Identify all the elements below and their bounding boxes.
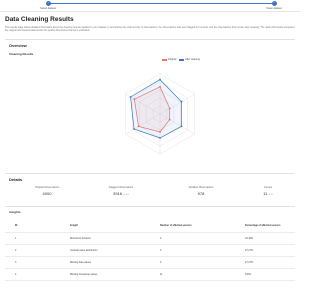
stat-modified-observations: Modified Observations 978	[171, 186, 231, 196]
stat-extra: 97.9%	[123, 194, 129, 196]
insights-table: ID Insight Number of affected sensors Pe…	[5, 220, 295, 281]
stat-value: 978	[197, 191, 205, 196]
cell-percentage: 18.18%	[245, 237, 254, 240]
stat-value: 4000	[42, 191, 52, 196]
cell-insight: Missing data values	[70, 261, 91, 264]
radar-chart-svg	[125, 73, 195, 155]
cell-percentage: 27.27%	[245, 261, 254, 264]
table-row[interactable]: 2 Unusual value distribution 3 27.27%	[5, 245, 295, 257]
column-header-count[interactable]: Number of affected sensors	[160, 224, 192, 227]
divider	[5, 39, 295, 40]
divider	[5, 206, 295, 207]
stat-value: 11 of 11	[263, 191, 273, 196]
step-number: 1	[45, 1, 51, 6]
stepper-line	[48, 3, 274, 4]
table-row[interactable]: 1 Monotonic behavior 2 18.18%	[5, 233, 295, 245]
step-number: 2	[271, 1, 277, 6]
radar-point	[180, 100, 183, 103]
cell-id: 2	[15, 249, 17, 252]
cell-percentage: 27.27%	[245, 249, 254, 252]
radar-series-1	[130, 79, 182, 139]
step-label: Clean dataset	[266, 7, 282, 10]
column-header-percentage[interactable]: Percentage of affected sensors	[245, 224, 280, 227]
radar-point	[180, 125, 183, 128]
column-header-insight[interactable]: Insight	[70, 224, 78, 227]
radar-chart	[100, 58, 220, 168]
cell-id: 3	[15, 261, 17, 264]
step-label: Select dataset	[40, 7, 56, 10]
radar-point	[133, 128, 135, 130]
divider	[5, 173, 295, 174]
stat-original-observations: Original Observations 4000	[17, 186, 77, 196]
cell-count: 11	[160, 273, 163, 276]
radar-point	[159, 78, 161, 81]
cell-count: 3	[160, 249, 162, 252]
radar-point	[129, 96, 132, 98]
stat-label: Groups	[263, 186, 273, 189]
stat-extra: of 11	[268, 194, 273, 196]
radar-point	[159, 137, 161, 139]
page-title: Data Cleaning Results	[5, 16, 74, 23]
cell-count: 3	[160, 261, 162, 264]
stat-label: Modified Observations	[188, 186, 214, 189]
insights-title: Insights	[9, 210, 21, 214]
page-description: This results page shows detailed informa…	[5, 26, 295, 33]
table-header: ID Insight Number of affected sensors Pe…	[5, 220, 295, 233]
stat-label: Flagged Observations	[108, 186, 134, 189]
stat-value: 3916 97.9%	[113, 191, 129, 196]
table-row[interactable]: 3 Missing data values 3 27.27%	[5, 257, 295, 269]
cleaning-results-title: Cleaning Results	[9, 52, 34, 56]
cell-insight: Unusual value distribution	[70, 249, 98, 252]
cell-id: 4	[15, 273, 17, 276]
stat-flagged-observations: Flagged Observations 3916 97.9%	[91, 186, 151, 196]
column-header-id[interactable]: ID	[15, 224, 17, 227]
stat-groups: Groups 11 of 11	[239, 186, 297, 196]
step-select-dataset[interactable]: 1 Select dataset	[38, 1, 58, 10]
overview-title: Overview	[9, 43, 27, 48]
cell-id: 1	[15, 237, 17, 240]
progress-stepper: 1 Select dataset 2 Clean dataset	[0, 0, 300, 12]
details-title: Details	[9, 177, 23, 182]
cell-count: 2	[160, 237, 162, 240]
cell-insight: Monotonic behavior	[70, 237, 91, 240]
stat-label: Original Observations	[34, 186, 60, 189]
step-clean-dataset[interactable]: 2 Clean dataset	[264, 1, 284, 10]
table-row[interactable]: 4 Missing timestamp values 11 100%	[5, 269, 295, 281]
cell-insight: Missing timestamp values	[70, 273, 98, 276]
details-stats: Original Observations 4000 Flagged Obser…	[5, 186, 295, 204]
cell-percentage: 100%	[245, 273, 252, 276]
